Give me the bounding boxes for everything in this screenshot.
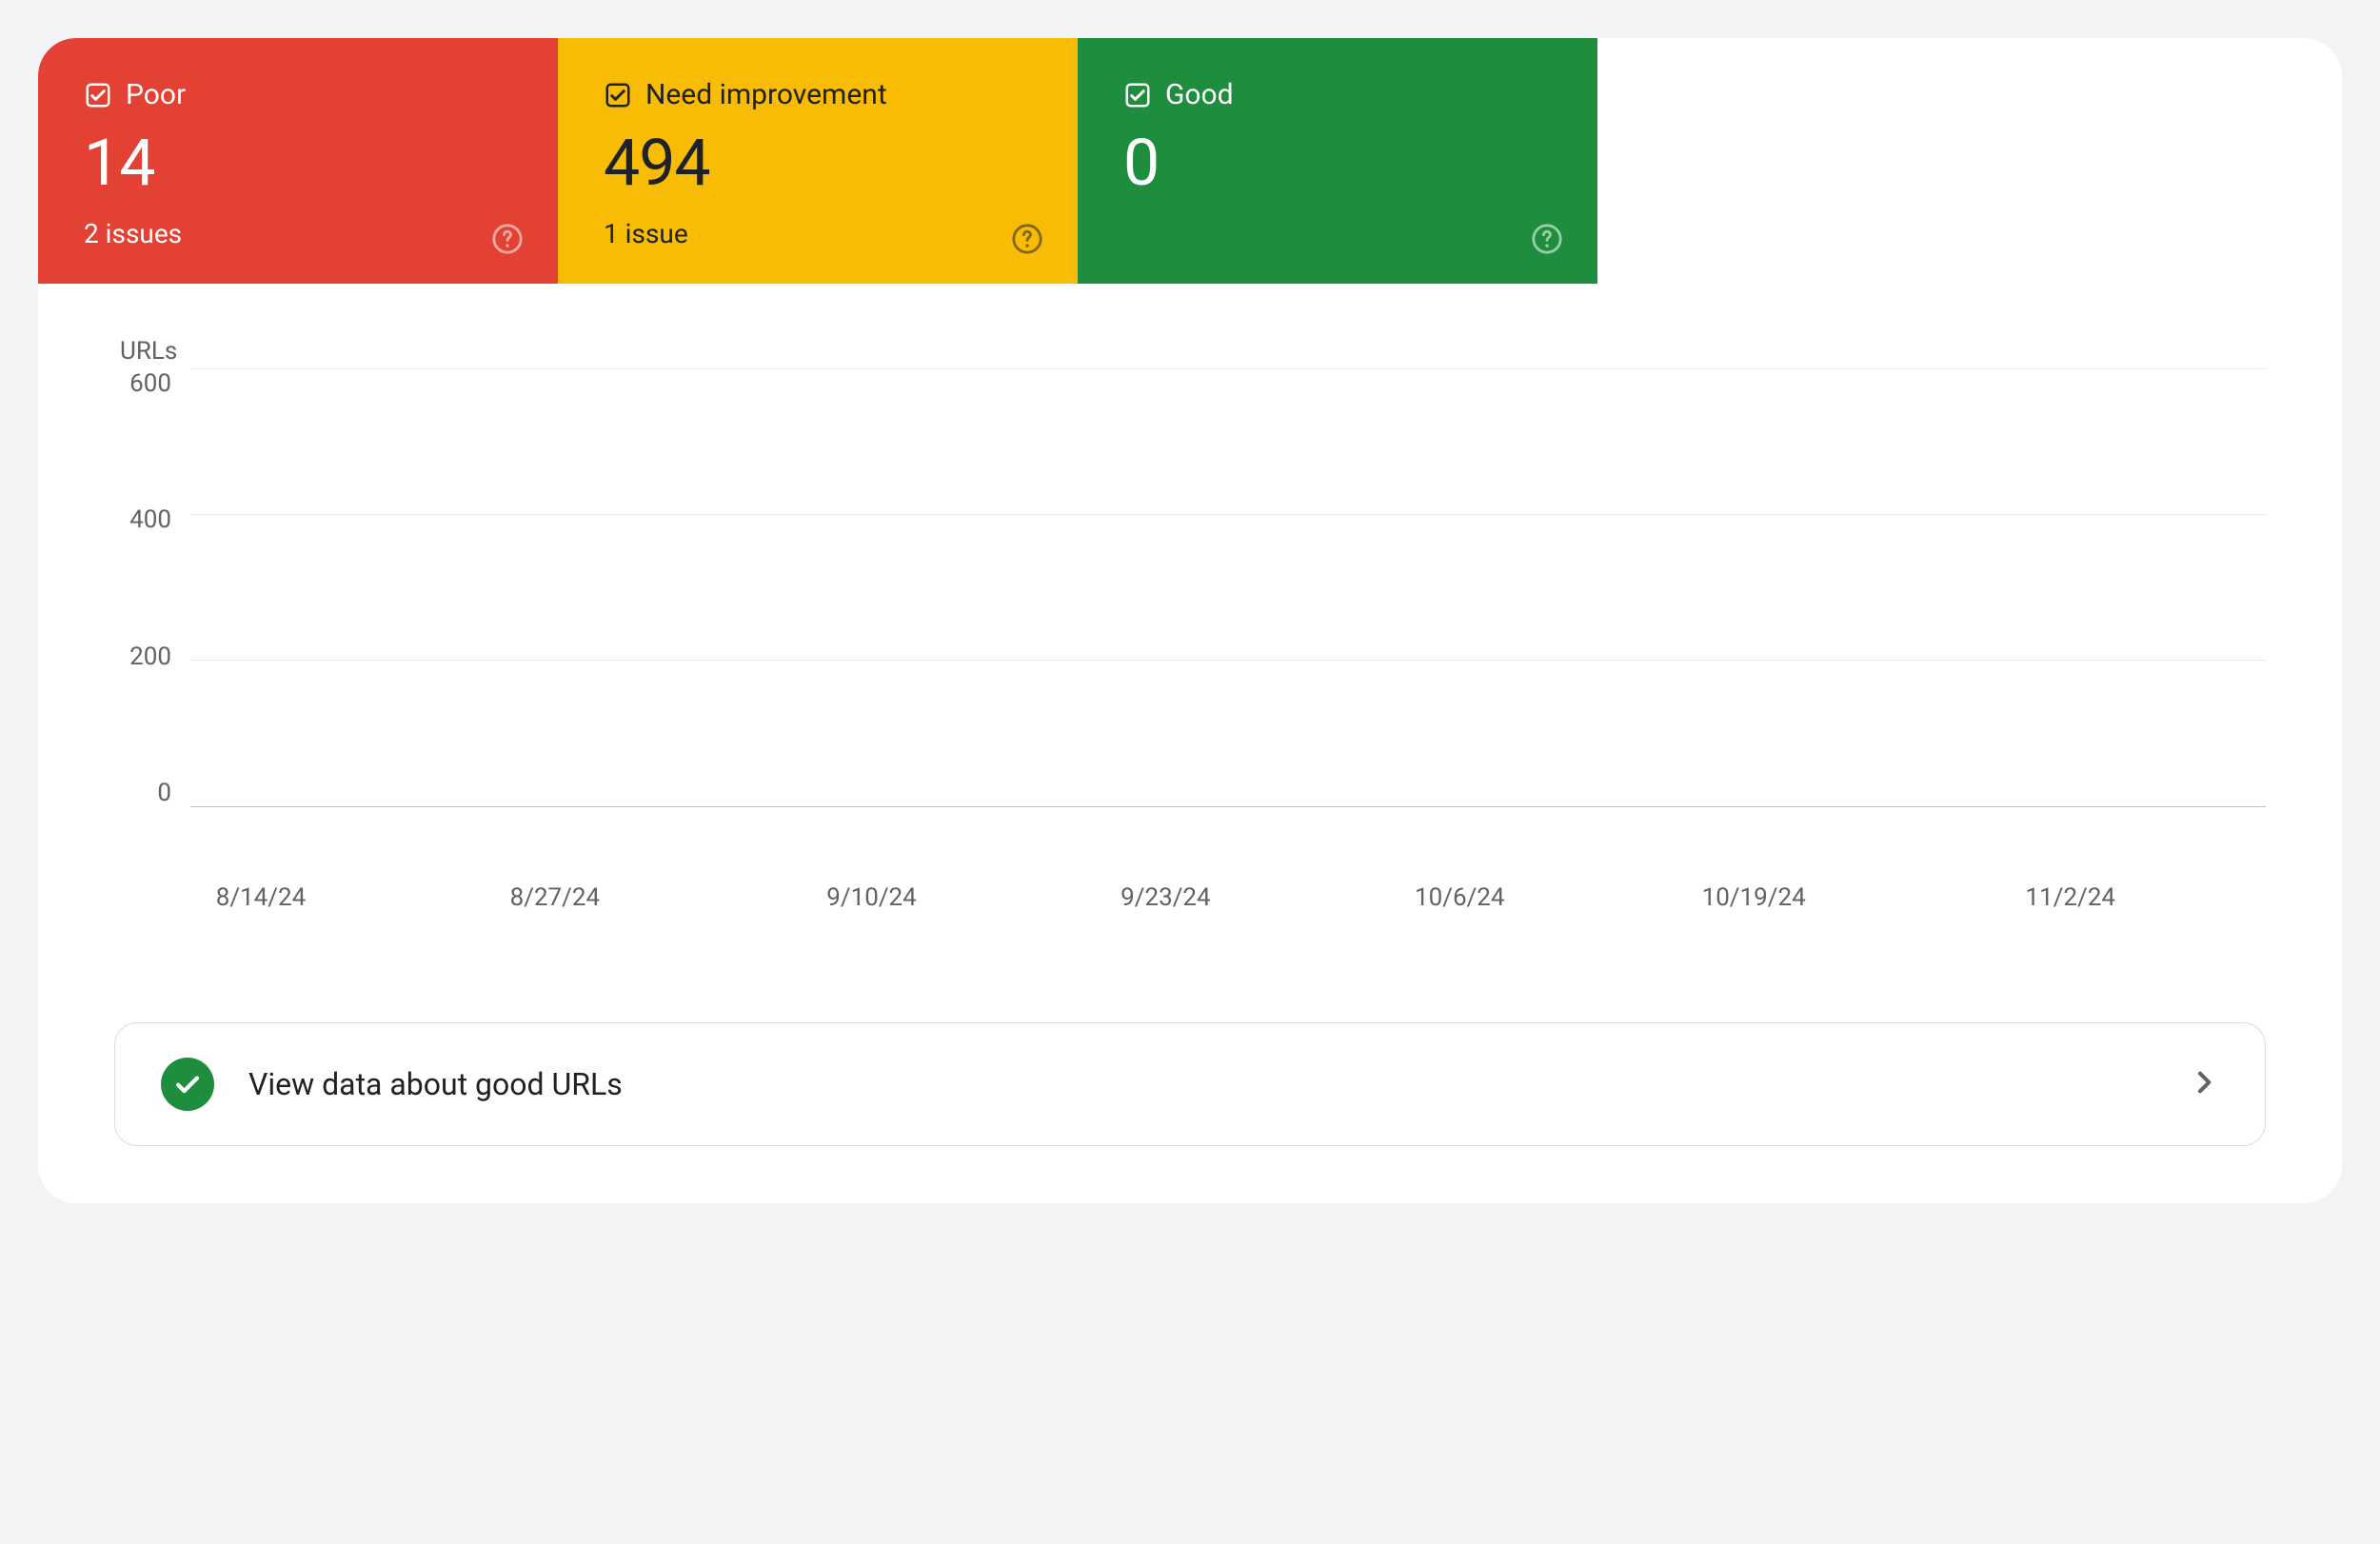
x-tick: 10/19/24: [1702, 883, 1806, 912]
view-good-urls-button[interactable]: View data about good URLs: [114, 1022, 2266, 1146]
gridline: [190, 660, 2266, 661]
help-icon[interactable]: [1531, 223, 1563, 255]
y-tick: 600: [129, 369, 171, 398]
tab-good-value: 0: [1123, 125, 1552, 201]
chart-bars: [190, 369, 2266, 806]
y-axis-title: URLs: [120, 337, 2266, 366]
cta-label: View data about good URLs: [248, 1066, 2154, 1102]
tab-need-issues: 1 issue: [604, 218, 1032, 249]
x-tick: 11/2/24: [2026, 883, 2116, 912]
tab-good[interactable]: Good 0: [1078, 38, 1597, 284]
x-axis: 8/14/24 8/27/24 9/10/24 9/23/24 10/6/24 10/19…: [209, 883, 2266, 921]
y-tick: 200: [129, 643, 171, 671]
check-circle-icon: [161, 1058, 214, 1111]
core-web-vitals-card: Poor 14 2 issues Need improvement 494 1 …: [38, 38, 2342, 1203]
tab-need-improvement[interactable]: Need improvement 494 1 issue: [558, 38, 1078, 284]
y-tick: 400: [129, 505, 171, 534]
help-icon[interactable]: [1011, 223, 1043, 255]
x-tick: 9/23/24: [1121, 883, 1211, 912]
gridline: [190, 368, 2266, 369]
tab-poor-label: Poor: [126, 78, 186, 111]
tab-good-label: Good: [1165, 78, 1234, 111]
chevron-right-icon: [2189, 1067, 2219, 1101]
tab-poor-value: 14: [84, 125, 512, 201]
help-icon[interactable]: [491, 223, 524, 255]
x-tick: 8/27/24: [510, 883, 601, 912]
tab-need-value: 494: [604, 125, 1032, 201]
y-tick: 0: [157, 779, 171, 807]
checkbox-checked-icon: [604, 81, 632, 109]
x-tick: 10/6/24: [1415, 883, 1505, 912]
checkbox-checked-icon: [84, 81, 112, 109]
status-tabs: Poor 14 2 issues Need improvement 494 1 …: [38, 38, 2342, 284]
plot-area: [190, 369, 2266, 807]
checkbox-checked-icon: [1123, 81, 1152, 109]
x-tick: 8/14/24: [216, 883, 307, 912]
x-tick: 9/10/24: [826, 883, 917, 912]
chart: URLs 6004002000 1 8/14/248/27/249/10/249…: [38, 284, 2342, 931]
tab-poor[interactable]: Poor 14 2 issues: [38, 38, 558, 284]
y-axis: 600 400 200 0: [114, 369, 190, 807]
tab-need-label: Need improvement: [645, 78, 887, 111]
tab-poor-issues: 2 issues: [84, 218, 512, 249]
gridline: [190, 514, 2266, 515]
